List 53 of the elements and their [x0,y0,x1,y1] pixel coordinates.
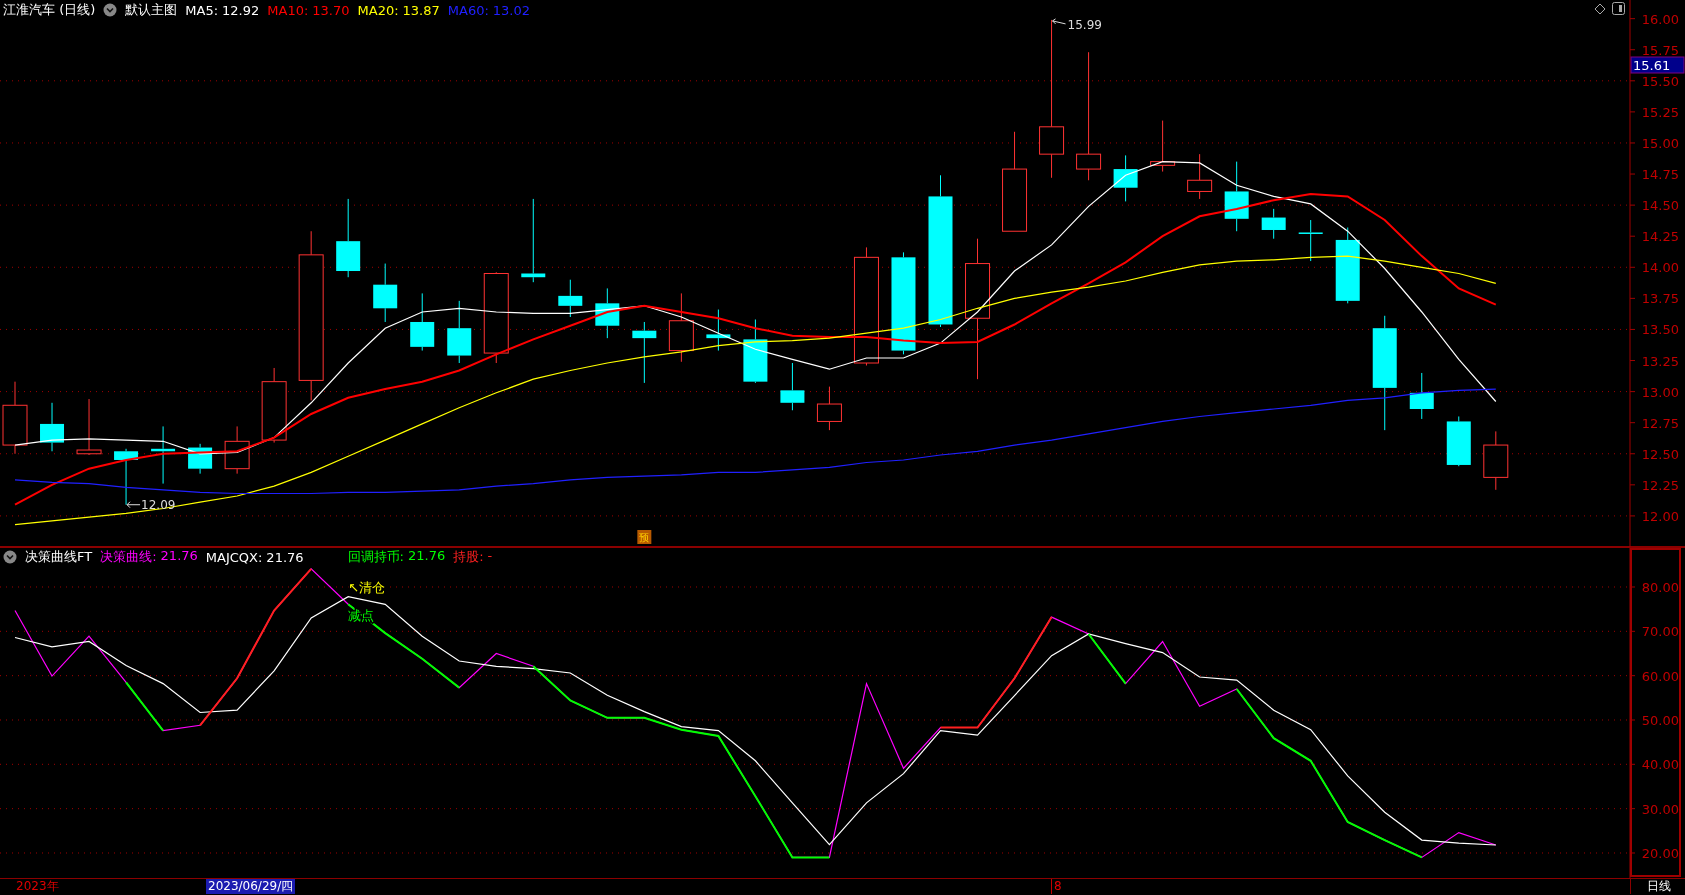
axis-label: 12.00 [1641,508,1679,524]
axis-label: 12.25 [1641,477,1679,493]
axis-label: 13.25 [1641,353,1679,369]
axis-label: 13.00 [1641,384,1679,400]
axis-label: 13.50 [1641,322,1679,338]
legend-value: 13.02 [492,2,530,18]
axis-label: 40.00 [1641,757,1679,773]
axis-label: 12.50 [1641,446,1679,462]
indicator-title: 决策曲线FT [25,548,93,566]
legend-value: - [487,548,493,565]
current-price-label: 15.61 [1630,56,1685,74]
signal-label: ↖清仓 [348,580,386,595]
annotation: 15.99 [1067,17,1102,32]
high-price-label: 15.99 [1052,17,1102,32]
legend-name: MA5: [185,2,219,18]
stock-title: 江淮汽车 (日线) [3,1,96,19]
legend-name: 决策曲线: [100,548,157,566]
legend-value: 21.76 [407,548,446,565]
axis-label: 14.25 [1641,229,1679,245]
legend-value: 13.70 [312,2,350,18]
legend-value: 21.76 [160,548,198,565]
axis-label: 70.00 [1641,624,1679,640]
axis-label: 15.00 [1641,135,1679,151]
axis-label: 80.00 [1641,580,1679,595]
axis-label: 14.00 [1641,260,1679,276]
legend-value: 21.76 [266,549,304,565]
legend-name: MAJCQX: [205,549,263,565]
legend-name: MA10: [267,2,309,18]
axis-label: 15.50 [1641,73,1679,89]
axis-label: 20.00 [1641,846,1679,861]
forecast-marker: 预 [637,530,652,544]
date-axis-label: 2023年 [15,879,60,894]
axis-label: 13.75 [1641,291,1679,307]
axis-label: 15.75 [1641,42,1679,58]
legend-value: 12.92 [222,2,260,18]
axis-label: 12.75 [1641,415,1679,431]
axis-label: 14.75 [1641,167,1679,183]
annotation: 12.09 [141,497,176,512]
signal-label: 减点 [348,608,375,623]
legend-name: MA20: [357,2,399,18]
axis-label: 16.00 [1641,11,1679,27]
cursor-date-label: 2023/06/29/四 [206,879,296,894]
axis-label: 14.50 [1641,198,1679,214]
date-axis-label: 8 [1051,879,1064,894]
axis-label: 15.25 [1641,104,1679,120]
legend-name: MA60: [447,2,489,18]
axis-label: 30.00 [1641,801,1679,817]
legend-name: 持股: [453,548,484,566]
legend-value: 13.87 [402,2,440,18]
legend-name: 回调持币: [347,548,404,566]
low-price-label: 12.09 [126,497,176,512]
axis-label: 50.00 [1641,713,1679,728]
axis-label: 60.00 [1641,668,1679,684]
